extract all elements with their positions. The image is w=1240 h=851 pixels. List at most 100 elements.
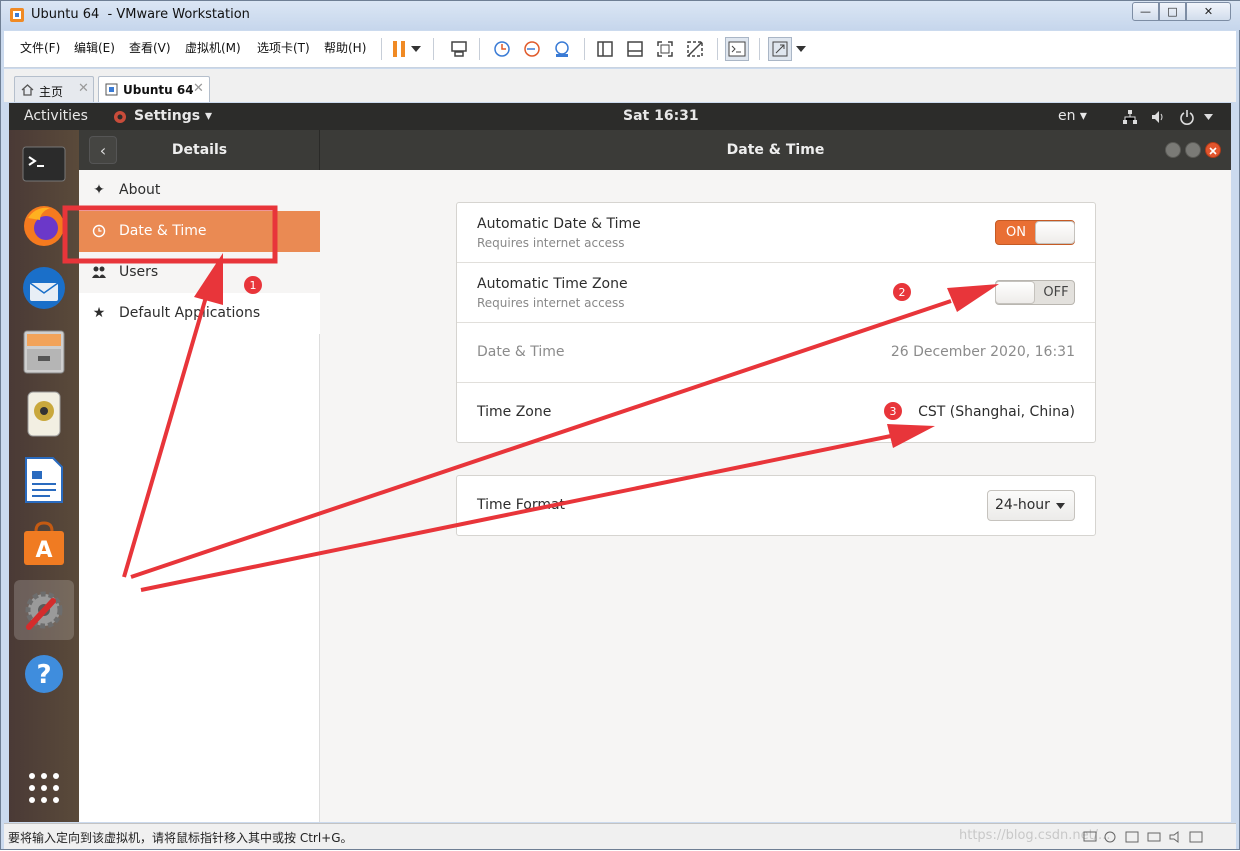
close-button[interactable]: ✕	[1186, 2, 1231, 21]
sidebar-item-users[interactable]: Users	[79, 252, 320, 293]
volume-icon[interactable]	[1150, 109, 1166, 125]
menu-edit[interactable]: 编辑(E)	[74, 39, 115, 56]
row-date-time: Date & Time 26 December 2020, 16:31	[457, 323, 1095, 383]
unity-icon[interactable]	[683, 37, 707, 61]
menu-view[interactable]: 查看(V)	[129, 39, 171, 56]
row-title: Automatic Date & Time	[477, 216, 641, 232]
toolbar-separator	[584, 38, 585, 60]
chevron-down-icon[interactable]	[1204, 114, 1213, 120]
thumbnail-bar-icon[interactable]	[623, 37, 647, 61]
chevron-down-icon	[1056, 503, 1065, 509]
row-title: Date & Time	[477, 344, 565, 360]
title-bar: Ubuntu 64 - VMware Workstation — □ ✕	[1, 1, 1240, 30]
home-icon	[21, 84, 34, 96]
tab-strip: 主页 ✕ Ubuntu 64 ✕	[4, 69, 1236, 102]
revert-snapshot-icon[interactable]	[520, 37, 544, 61]
full-screen-icon[interactable]	[653, 37, 677, 61]
dropdown-arrow-icon[interactable]	[409, 37, 423, 61]
automatic-time-zone-switch[interactable]: OFF	[995, 280, 1075, 305]
show-applications-icon[interactable]	[18, 762, 70, 814]
status-text: 要将输入定向到该虚拟机，请将鼠标指针移入其中或按 Ctrl+G。	[8, 831, 353, 845]
menu-help[interactable]: 帮助(H)	[324, 39, 366, 56]
date-time-value: 26 December 2020, 16:31	[890, 344, 1075, 360]
switch-state: ON	[1006, 225, 1026, 240]
thunderbird-icon[interactable]	[18, 262, 70, 314]
details-sidebar: ✦ About Date & Time Users ★ Default Appl…	[79, 170, 320, 822]
sidebar-item-date-time[interactable]: Date & Time	[79, 211, 320, 252]
settings-icon[interactable]	[14, 580, 74, 640]
time-format-card: Time Format 24-hour	[456, 475, 1096, 536]
console-view-icon[interactable]	[725, 37, 749, 61]
tab-ubuntu-label: Ubuntu 64	[123, 83, 194, 97]
menu-toolbar: 文件(F) 编辑(E) 查看(V) 虚拟机(M) 选项卡(T) 帮助(H)	[4, 31, 1236, 68]
stretch-guest-icon[interactable]	[768, 37, 792, 61]
settings-gear-icon	[114, 111, 126, 123]
app-menu-settings[interactable]: Settings ▾	[134, 108, 212, 124]
gnome-top-bar: Activities Settings ▾ Sat 16:31 en ▾	[9, 103, 1231, 130]
time-format-value: 24-hour	[995, 497, 1050, 513]
tab-ubuntu-64[interactable]: Ubuntu 64 ✕	[98, 76, 210, 102]
toolbar-separator	[759, 38, 760, 60]
sidebar-item-label: Date & Time	[119, 223, 207, 239]
window-title: Ubuntu 64 - VMware Workstation	[31, 7, 250, 22]
window-maximize-icon[interactable]	[1185, 142, 1201, 158]
menu-file[interactable]: 文件(F)	[20, 39, 60, 56]
status-bar: 要将输入定向到该虚拟机，请将鼠标指针移入其中或按 Ctrl+G。 https:/…	[4, 823, 1236, 849]
network-icon[interactable]	[1122, 109, 1138, 125]
minimize-button[interactable]: —	[1132, 2, 1159, 21]
vmware-window: Ubuntu 64 - VMware Workstation — □ ✕ 文件(…	[0, 0, 1240, 850]
files-icon[interactable]	[18, 326, 70, 378]
firefox-icon[interactable]	[18, 200, 70, 252]
toolbar-separator	[381, 38, 382, 60]
time-format-dropdown[interactable]: 24-hour	[987, 490, 1075, 521]
toolbar-separator	[479, 38, 480, 60]
panel-title: Date & Time	[726, 142, 825, 158]
pause-icon[interactable]	[387, 37, 411, 61]
automatic-date-time-switch[interactable]: ON	[995, 220, 1075, 245]
snapshot-icon[interactable]	[490, 37, 514, 61]
row-automatic-time-zone[interactable]: Automatic Time Zone Requires internet ac…	[457, 263, 1095, 323]
device-status-icons[interactable]	[1082, 829, 1232, 845]
maximize-button[interactable]: □	[1159, 2, 1186, 21]
menu-vm[interactable]: 虚拟机(M)	[185, 39, 241, 56]
language-indicator[interactable]: en ▾	[1058, 108, 1087, 124]
vmware-app-icon	[10, 8, 24, 22]
tab-close-icon[interactable]: ✕	[193, 81, 204, 96]
row-subtitle: Requires internet access	[477, 296, 625, 310]
window-close-icon[interactable]	[1205, 142, 1221, 158]
switch-state: OFF	[1043, 285, 1069, 300]
date-time-card: Automatic Date & Time Requires internet …	[456, 202, 1096, 443]
users-icon	[91, 264, 107, 280]
row-title: Automatic Time Zone	[477, 276, 628, 292]
sidebar-item-label: Default Applications	[119, 305, 261, 321]
dropdown-arrow-icon[interactable]	[794, 37, 808, 61]
sidebar-item-label: Users	[119, 264, 159, 280]
window-minimize-icon[interactable]	[1165, 142, 1181, 158]
terminal-icon[interactable]	[18, 138, 70, 190]
row-title: Time Format	[477, 497, 566, 513]
power-icon[interactable]	[1179, 109, 1195, 125]
date-time-panel: Automatic Date & Time Requires internet …	[320, 170, 1231, 822]
sidebar-item-default-applications[interactable]: ★ Default Applications	[79, 293, 320, 334]
menu-tabs[interactable]: 选项卡(T)	[257, 39, 310, 56]
sidebar-item-about[interactable]: ✦ About	[79, 170, 320, 211]
vm-icon	[105, 83, 118, 96]
vm-display[interactable]: Activities Settings ▾ Sat 16:31 en ▾ A ?…	[9, 103, 1231, 822]
snapshot-manager-icon[interactable]	[550, 37, 574, 61]
tab-home[interactable]: 主页 ✕	[14, 76, 94, 102]
libreoffice-writer-icon[interactable]	[18, 454, 70, 506]
library-view-icon[interactable]	[593, 37, 617, 61]
row-time-zone[interactable]: Time Zone CST (Shanghai, China)	[457, 383, 1095, 443]
send-ctrl-alt-del-icon[interactable]	[447, 37, 471, 61]
header-sidebar-section: ‹ Details	[79, 130, 320, 170]
tab-close-icon[interactable]: ✕	[78, 81, 89, 96]
clock[interactable]: Sat 16:31	[623, 108, 699, 124]
svg-text:A: A	[35, 538, 52, 563]
activities-button[interactable]: Activities	[24, 108, 88, 124]
row-automatic-date-time[interactable]: Automatic Date & Time Requires internet …	[457, 203, 1095, 263]
row-subtitle: Requires internet access	[477, 236, 625, 250]
time-zone-value[interactable]: CST (Shanghai, China)	[918, 404, 1075, 420]
help-icon[interactable]: ?	[18, 648, 70, 700]
ubuntu-software-icon[interactable]: A	[18, 518, 70, 570]
rhythmbox-icon[interactable]	[18, 388, 70, 440]
